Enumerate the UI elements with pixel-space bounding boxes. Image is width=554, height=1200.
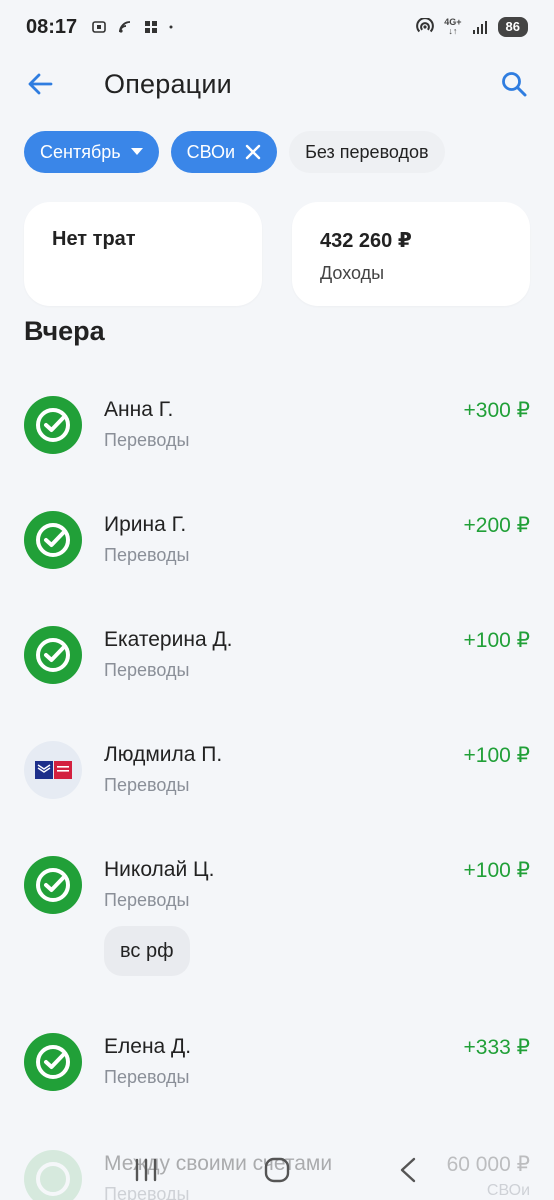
transaction-name: Людмила П. [104,743,223,766]
summary-cards: Нет трат 432 260 ₽ Доходы [24,202,530,306]
hotspot-icon [416,18,435,33]
caret-down-icon [130,148,143,156]
app-notification-icon [145,21,158,33]
recents-icon [135,1158,156,1182]
filter-chips: Сентябрь СВОи Без переводов [24,131,445,173]
expenses-title: Нет трат [52,228,136,250]
system-nav-bar [0,1140,554,1200]
page-title: Операции [104,68,232,99]
status-bar: 08:17 4G+ ↓↑ 86 [0,0,554,54]
sber-logo-icon [24,856,82,914]
transaction-category: Переводы [104,660,190,680]
nfc-icon [119,21,131,33]
transaction-category: Переводы [104,1067,190,1087]
filter-chip-category[interactable]: СВОи [170,131,278,173]
transaction-row[interactable]: Анна Г. Переводы +300 ₽ [0,396,554,496]
chevron-left-icon [401,1157,416,1183]
transaction-name: Анна Г. [104,398,174,421]
battery-indicator: 86 [497,17,528,37]
transaction-amount: +300 ₽ [463,399,531,422]
notification-dot-icon [169,25,173,29]
income-card[interactable]: 432 260 ₽ Доходы [292,202,530,306]
transaction-name: Екатерина Д. [104,628,233,651]
signal-icon [472,21,487,34]
transaction-amount: +100 ₽ [463,744,531,767]
transaction-amount: +100 ₽ [463,859,531,882]
transaction-row[interactable]: Николай Ц. Переводы +100 ₽ вс рф [0,856,554,986]
search-icon [502,72,527,97]
transaction-row[interactable]: Екатерина Д. Переводы +100 ₽ [0,626,554,726]
transaction-category: Переводы [104,545,190,565]
home-button[interactable] [257,1150,297,1190]
transaction-amount: +200 ₽ [463,514,531,537]
top-app-bar: Операции [0,56,554,112]
pochta-bank-logo-icon [24,741,82,799]
date-section-title: Вчера [24,316,105,346]
expenses-card[interactable]: Нет трат [24,202,262,306]
filter-chip-label: Без переводов [305,141,429,162]
arrow-left-icon [28,73,53,95]
transaction-row[interactable]: Ирина Г. Переводы +200 ₽ [0,511,554,611]
transaction-amount: +100 ₽ [463,629,531,652]
close-icon[interactable] [245,144,261,160]
transaction-name: Елена Д. [104,1035,192,1058]
transaction-row[interactable]: Людмила П. Переводы +100 ₽ [0,741,554,841]
filter-chip-label: СВОи [186,141,236,162]
income-label: Доходы [320,263,385,283]
transaction-name: Ирина Г. [104,513,187,536]
sber-logo-icon [24,511,82,569]
transaction-category: Переводы [104,430,190,450]
home-icon [264,1157,290,1183]
back-button[interactable] [24,68,56,100]
transaction-row[interactable]: Елена Д. Переводы +333 ₽ [0,1033,554,1133]
transaction-comment: вс рф [104,926,190,976]
screenshot-icon [92,21,106,33]
transaction-category: Переводы [104,890,190,910]
sber-logo-icon [24,396,82,454]
sber-logo-icon [24,1033,82,1091]
transaction-name: Николай Ц. [104,858,215,881]
sber-logo-icon [24,626,82,684]
status-time: 08:17 [26,15,78,38]
filter-chip-month[interactable]: Сентябрь [24,131,159,173]
income-amount: 432 260 ₽ [320,230,412,252]
transaction-category: Переводы [104,775,190,795]
transaction-amount: +333 ₽ [463,1036,531,1059]
network-type: 4G+ ↓↑ [444,17,462,36]
filter-chip-no-transfers[interactable]: Без переводов [289,131,445,173]
recents-button[interactable] [126,1150,166,1190]
filter-chip-label: Сентябрь [40,141,121,162]
search-button[interactable] [498,68,530,100]
system-back-button[interactable] [388,1150,428,1190]
